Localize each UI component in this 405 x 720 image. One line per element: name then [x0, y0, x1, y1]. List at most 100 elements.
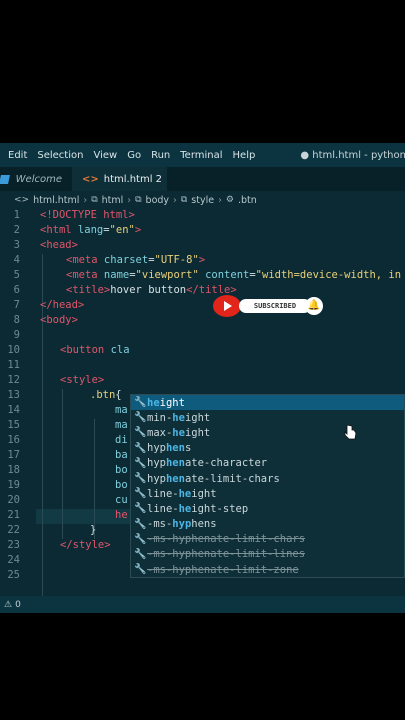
suggestion-item-deprecated[interactable]: 🔧 -ms-hyphenate-limit-zone	[131, 562, 404, 577]
code-line: ma	[115, 404, 128, 416]
code-line: bo	[115, 479, 128, 491]
token: cla	[104, 344, 130, 356]
code-line: di	[115, 434, 128, 446]
token: cu	[115, 494, 128, 506]
token: .btn	[90, 389, 116, 401]
status-bar: ⚠ 0	[0, 596, 405, 613]
suggestion-item[interactable]: 🔧 hyphenate-character	[131, 456, 404, 471]
wrench-icon: 🔧	[134, 518, 147, 530]
code-line: ma	[115, 419, 128, 431]
tab-welcome[interactable]: Welcome	[0, 167, 72, 191]
line-number: 16	[7, 434, 20, 446]
wrench-icon: 🔧	[134, 412, 147, 424]
menu-go[interactable]: Go	[122, 150, 146, 161]
label-match: he	[172, 426, 185, 439]
subscribe-overlay: SUBSCRIBED 🔔	[213, 295, 325, 317]
warning-icon[interactable]: ⚠	[4, 600, 12, 610]
line-number: 6	[13, 284, 20, 296]
wrench-icon: 🔧	[134, 457, 147, 469]
code-line: <meta charset="UTF-8">	[66, 254, 205, 266]
window-title: ● html.html - python - Visual St	[300, 149, 405, 161]
breadcrumb-file[interactable]: html.html	[33, 195, 79, 206]
line-number: 8	[13, 314, 20, 326]
line-number: 10	[7, 344, 20, 356]
code-line: }	[90, 524, 96, 536]
breadcrumb-html[interactable]: html	[102, 195, 124, 206]
suggestion-item[interactable]: 🔧 height	[131, 395, 404, 411]
breadcrumb-body[interactable]: body	[146, 195, 170, 206]
menu-edit[interactable]: Edit	[0, 150, 32, 161]
element-icon: ⧉	[180, 195, 188, 205]
suggestion-item-deprecated[interactable]: 🔧 -ms-hyphenate-limit-chars	[131, 532, 404, 547]
label-part: min-	[147, 411, 173, 424]
line-number: 22	[7, 524, 20, 536]
problems-count[interactable]: 0	[15, 600, 21, 610]
token: {	[115, 389, 122, 401]
menu-view[interactable]: View	[88, 150, 122, 161]
token: "viewport"	[135, 269, 199, 281]
code-line: <!DOCTYPE html>	[40, 209, 135, 221]
indent-guide	[94, 419, 95, 539]
menu-terminal[interactable]: Terminal	[175, 150, 227, 161]
line-number: 2	[13, 224, 20, 236]
tab-welcome-label: Welcome	[15, 173, 62, 185]
code-editor[interactable]: 1 2 3 4 5 6 7 8 9 10 11 12 13 14 15 16 1…	[0, 209, 405, 613]
label-part: ight	[159, 396, 185, 409]
label-match: hyp	[172, 518, 192, 531]
token: di	[115, 434, 128, 446]
token: name	[97, 269, 130, 281]
suggestion-item[interactable]: 🔧 hyphenate-limit-chars	[131, 471, 404, 486]
breadcrumb-style[interactable]: style	[191, 195, 214, 206]
token: >	[198, 254, 206, 266]
wrench-icon: 🔧	[134, 533, 147, 545]
chevron-right-icon: ›	[173, 194, 177, 206]
line-number: 7	[13, 299, 20, 311]
label-part: s	[184, 442, 192, 455]
wrench-icon: 🔧	[134, 503, 147, 515]
token: <style>	[60, 374, 105, 386]
line-number: 15	[7, 419, 20, 431]
vscode-icon	[0, 174, 10, 184]
token: content	[198, 269, 250, 281]
suggestion-item[interactable]: 🔧 min-height	[131, 410, 404, 425]
breadcrumb: <> html.html › ⧉ html › ⧉ body › ⧉ style…	[0, 191, 405, 209]
suggestion-label: -ms-hyphenate-limit-chars	[147, 533, 306, 546]
label-part: hyp	[147, 457, 166, 470]
token: <head>	[40, 239, 78, 251]
label-part: -ms-	[147, 518, 173, 531]
wrench-icon: 🔧	[134, 548, 147, 560]
tab-html-file[interactable]: <> html.html 2	[72, 167, 167, 191]
suggestion-item[interactable]: 🔧 max-height	[131, 425, 404, 440]
label-match: hen	[165, 472, 185, 485]
line-number: 11	[7, 359, 20, 371]
suggestion-label: height	[147, 397, 185, 409]
token: </head>	[40, 299, 85, 311]
breadcrumb-btn[interactable]: .btn	[238, 195, 257, 206]
line-number: 12	[7, 374, 20, 386]
menu-help[interactable]: Help	[228, 150, 261, 161]
suggestion-item[interactable]: 🔧 line-height-step	[131, 501, 404, 516]
element-icon: ⧉	[135, 195, 142, 205]
suggestion-item[interactable]: 🔧 hyphens	[131, 441, 404, 456]
menu-run[interactable]: Run	[146, 150, 175, 161]
suggestion-item[interactable]: 🔧 -ms-hyphens	[131, 517, 404, 532]
token: bo	[115, 479, 128, 491]
menu-selection[interactable]: Selection	[32, 150, 88, 161]
chevron-right-icon: ›	[127, 194, 132, 206]
indent-guide	[42, 329, 43, 613]
suggestion-label: -ms-hyphenate-limit-lines	[147, 548, 306, 561]
wrench-icon: 🔧	[134, 397, 147, 409]
line-number: 20	[7, 494, 20, 506]
line-number: 18	[7, 464, 20, 476]
autocomplete-suggestions: 🔧 height 🔧 min-height 🔧 max-height 🔧 hyphens…	[130, 394, 405, 579]
line-number: 17	[7, 449, 20, 461]
line-number: 4	[13, 254, 20, 266]
suggestion-item[interactable]: 🔧 line-height	[131, 486, 404, 501]
tab-html-file-label: html.html 2	[103, 173, 163, 185]
suggestion-label: hyphens	[147, 442, 191, 454]
suggestion-item-deprecated[interactable]: 🔧 -ms-hyphenate-limit-lines	[131, 547, 404, 562]
line-number: 25	[7, 569, 20, 581]
label-part: line-	[147, 487, 179, 500]
label-part: hens	[191, 518, 217, 531]
label-match: he	[147, 396, 160, 409]
